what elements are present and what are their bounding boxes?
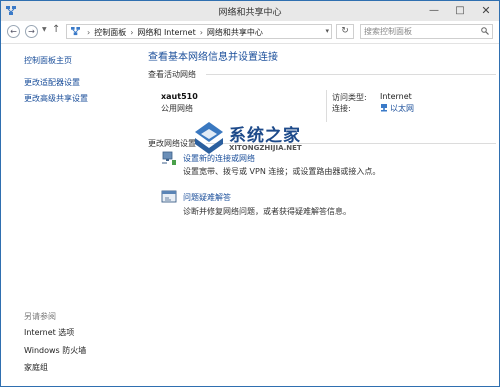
breadcrumb: › 控制面板 › 网络和 Internet › 网络和共享中心: [83, 27, 263, 38]
connections-label: 连接:: [332, 104, 351, 113]
forward-arrow-icon: →: [28, 27, 35, 36]
back-button[interactable]: ←: [7, 25, 20, 38]
active-networks-header: 查看活动网络: [148, 70, 196, 79]
refresh-button[interactable]: ↻: [336, 24, 354, 39]
address-row: ← → ▼ ↑ › 控制面板 › 网络和 Internet › 网络和共享中心 ▾ ↻: [1, 21, 499, 44]
search-box[interactable]: [360, 24, 493, 39]
connection-ethernet-link[interactable]: 以太网: [380, 103, 414, 114]
see-also-header: 另请参阅: [24, 312, 56, 321]
connection-ethernet-label: 以太网: [390, 104, 414, 113]
page-title: 查看基本网络信息并设置连接: [148, 52, 278, 63]
search-icon: [481, 27, 489, 35]
sidebar-item-advanced-sharing-settings[interactable]: 更改高级共享设置: [24, 93, 88, 104]
address-bar[interactable]: › 控制面板 › 网络和 Internet › 网络和共享中心 ▾: [66, 24, 332, 39]
breadcrumb-item-network-sharing-center[interactable]: 网络和共享中心: [207, 28, 263, 37]
setup-new-connection-desc: 设置宽带、拨号或 VPN 连接；或设置路由器或接入点。: [183, 167, 381, 176]
window: 网络和共享中心 — □ ✕ ← → ▼ ↑ › 控制面板 › 网络和 Internet…: [0, 0, 500, 387]
network-setup-icon: [162, 151, 176, 165]
breadcrumb-item-network-internet[interactable]: 网络和 Internet: [137, 28, 195, 37]
watermark-logo-icon: [195, 122, 223, 154]
network-type[interactable]: 公用网络: [161, 103, 193, 114]
network-name: xaut510: [161, 92, 198, 101]
breadcrumb-item-control-panel[interactable]: 控制面板: [94, 28, 126, 37]
recent-locations-dropdown[interactable]: ▼: [42, 26, 47, 33]
troubleshoot-link[interactable]: 问题疑难解答: [183, 192, 231, 203]
control-panel-icon: [71, 27, 80, 36]
main-content: 查看基本网络信息并设置连接 查看活动网络 xaut510 公用网络 访问类型: …: [146, 44, 499, 386]
change-settings-header: 更改网络设置: [148, 139, 196, 148]
vertical-divider: [326, 90, 327, 122]
see-also-homegroup[interactable]: 家庭组: [24, 362, 48, 373]
address-dropdown-icon[interactable]: ▾: [325, 27, 329, 35]
sidebar-item-control-panel-home[interactable]: 控制面板主页: [24, 55, 72, 66]
title-bar: 网络和共享中心 — □ ✕: [1, 1, 499, 21]
back-arrow-icon: ←: [10, 27, 17, 36]
minimize-button[interactable]: —: [421, 1, 447, 21]
troubleshoot-icon: [161, 190, 177, 203]
search-input[interactable]: [364, 26, 474, 37]
ethernet-icon: [381, 104, 387, 112]
section-divider: [206, 74, 496, 75]
breadcrumb-separator: ›: [199, 28, 203, 37]
breadcrumb-separator: ›: [87, 28, 91, 37]
up-arrow-icon: ↑: [52, 24, 61, 35]
breadcrumb-separator: ›: [130, 28, 134, 37]
troubleshoot-desc: 诊断并修复网络问题，或者获得疑难解答信息。: [183, 207, 351, 216]
watermark: 系统之家 XITONGZHIJIA.NET: [191, 118, 317, 160]
see-also-windows-firewall[interactable]: Windows 防火墙: [24, 345, 86, 356]
watermark-url: XITONGZHIJIA.NET: [229, 144, 302, 152]
maximize-button[interactable]: □: [447, 1, 473, 21]
forward-button[interactable]: →: [25, 25, 38, 38]
see-also-internet-options[interactable]: Internet 选项: [24, 327, 74, 338]
watermark-name: 系统之家: [229, 126, 301, 146]
access-type-label: 访问类型:: [332, 93, 367, 102]
sidebar-item-change-adapter-settings[interactable]: 更改适配器设置: [24, 77, 80, 88]
left-pane: 控制面板主页 更改适配器设置 更改高级共享设置 另请参阅 Internet 选项…: [1, 44, 143, 386]
up-button[interactable]: ↑: [52, 24, 60, 35]
access-type-value: Internet: [380, 92, 412, 101]
refresh-icon: ↻: [341, 26, 349, 36]
close-button[interactable]: ✕: [473, 1, 499, 21]
